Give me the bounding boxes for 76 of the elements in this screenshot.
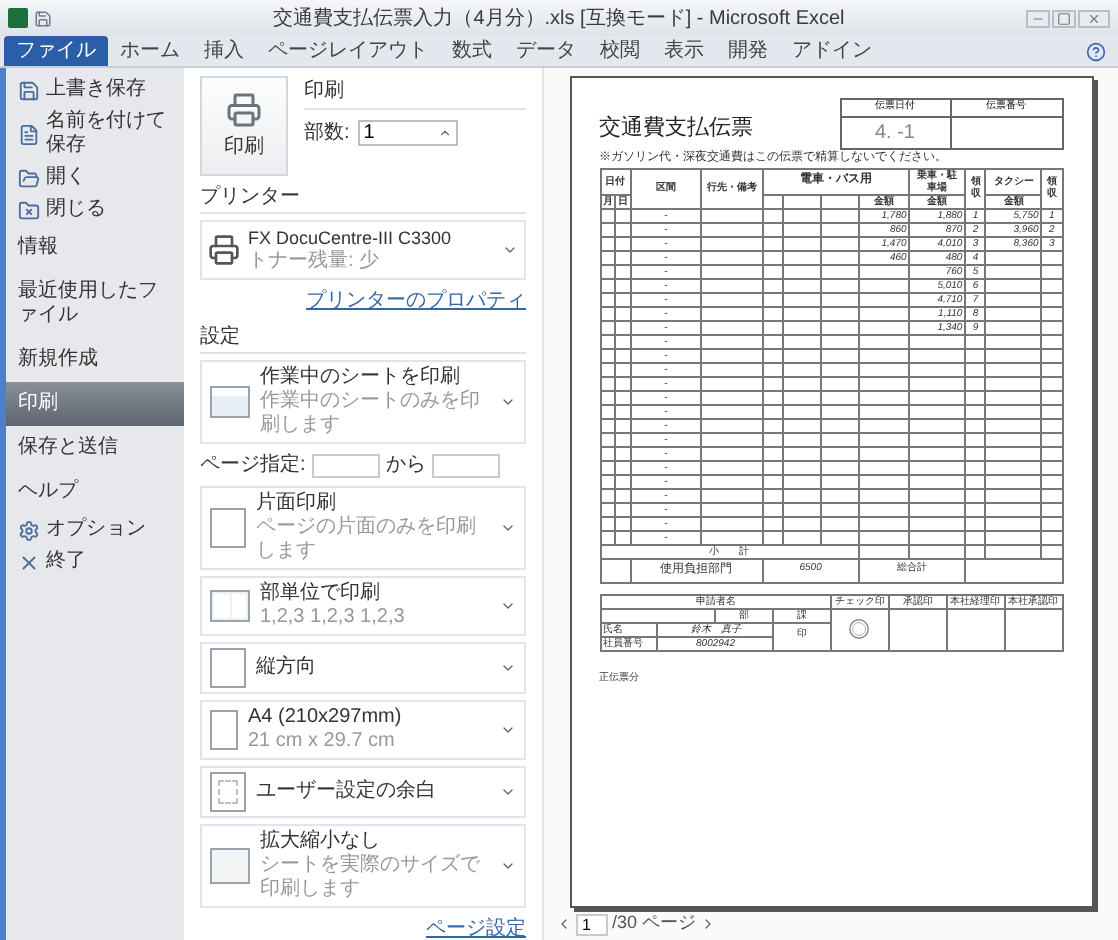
- ribbon-tab[interactable]: 挿入: [192, 36, 256, 66]
- caret-icon: [500, 660, 516, 676]
- caret-icon: [500, 784, 516, 800]
- ribbon-tab[interactable]: ページレイアウト: [256, 36, 440, 66]
- excel-logo-icon: [8, 8, 28, 28]
- print-option-dropdown[interactable]: A4 (210x297mm) 21 cm x 29.7 cm: [200, 700, 526, 760]
- print-option-dropdown[interactable]: 片面印刷 ページの片面のみを印刷します: [200, 486, 526, 570]
- portrait-page-icon: [210, 648, 246, 688]
- caret-icon: [500, 520, 516, 536]
- copies-label: 部数:: [304, 119, 350, 148]
- section-heading: 設定: [200, 322, 526, 354]
- page-number-field[interactable]: 1: [576, 913, 608, 935]
- menu-item[interactable]: ヘルプ: [6, 470, 184, 514]
- print-button[interactable]: 印刷: [200, 76, 288, 176]
- page-count: /30 ページ: [612, 910, 697, 937]
- menu-item[interactable]: 上書き保存: [6, 74, 184, 106]
- document-icon: [18, 123, 40, 145]
- print-option-dropdown[interactable]: ユーザー設定の余白: [200, 766, 526, 818]
- copies-field[interactable]: 1: [357, 120, 458, 146]
- print-option-dropdown[interactable]: 縦方向: [200, 642, 526, 694]
- window-title: 交通費支払伝票入力（4月分）.xls [互換モード] - Microsoft Excel: [271, 5, 847, 33]
- menu-item[interactable]: 最近使用したファイル: [6, 270, 184, 338]
- caret-icon: [500, 598, 516, 614]
- ribbon-tab[interactable]: 表示: [652, 36, 716, 66]
- menu-item[interactable]: 終了: [6, 546, 184, 578]
- page-to-field[interactable]: [431, 453, 500, 477]
- print-option-dropdown[interactable]: 拡大縮小なし シートを実際のサイズで印刷します: [200, 824, 526, 908]
- menu-item[interactable]: 閉じる: [6, 194, 184, 226]
- pages-label: ページ指定:: [200, 451, 306, 480]
- ribbon-tab[interactable]: 開発: [716, 36, 780, 66]
- caret-icon: [500, 858, 516, 874]
- settings-icon: [18, 519, 40, 541]
- ribbon-tab[interactable]: データ: [504, 36, 588, 66]
- close-icon: [18, 551, 40, 573]
- document-title: 交通費支払伝票: [599, 113, 753, 144]
- printer-icon: [208, 234, 240, 266]
- save-icon: [18, 79, 40, 101]
- menu-item[interactable]: 情報: [6, 226, 184, 270]
- folder-icon: [18, 167, 40, 189]
- maximize-icon[interactable]: [1052, 9, 1076, 27]
- page-icon: [210, 508, 246, 548]
- margins-icon: [210, 772, 246, 812]
- ribbon-tab[interactable]: 校閲: [588, 36, 652, 66]
- print-option-dropdown[interactable]: 部単位で印刷 1,2,3 1,2,3 1,2,3: [200, 576, 526, 636]
- menu-item[interactable]: 保存と送信: [6, 426, 184, 470]
- pages-icon: [210, 590, 250, 622]
- printer-icon: [226, 91, 262, 127]
- to-label: から: [385, 452, 426, 480]
- printer-properties-link[interactable]: プリンターのプロパティ: [306, 286, 526, 316]
- caret-icon: [500, 394, 516, 410]
- print-option-dropdown[interactable]: 作業中のシートを印刷 作業中のシートのみを印刷します: [200, 360, 526, 444]
- ribbon-tab[interactable]: ファイル: [4, 36, 108, 66]
- previous-page-icon[interactable]: [556, 916, 572, 932]
- page-setup-link[interactable]: ページ設定: [426, 914, 526, 940]
- menu-item[interactable]: 名前を付けて保存: [6, 106, 184, 162]
- caret-icon: [500, 722, 516, 738]
- close-icon[interactable]: [1078, 9, 1110, 27]
- section-heading: 印刷: [304, 76, 526, 110]
- scale-icon: [210, 848, 250, 884]
- page-from-field[interactable]: [311, 453, 380, 477]
- paper-icon: [210, 710, 238, 750]
- ribbon-tab[interactable]: ホーム: [108, 36, 192, 66]
- section-heading: プリンター: [200, 182, 526, 214]
- seal-stamp-icon: [848, 618, 871, 640]
- menu-item[interactable]: 開く: [6, 162, 184, 194]
- folder-close-icon: [18, 199, 40, 221]
- printer-dropdown[interactable]: FX DocuCentre-III C3300 トナー残量: 少: [200, 220, 526, 280]
- menu-item[interactable]: オプション: [6, 514, 184, 546]
- menu-item[interactable]: 印刷: [6, 382, 184, 426]
- save-icon[interactable]: [34, 9, 52, 27]
- menu-item[interactable]: 新規作成: [6, 338, 184, 382]
- sheet-icon: [210, 386, 250, 418]
- ribbon-tab[interactable]: アドイン: [780, 36, 884, 66]
- ribbon-tab[interactable]: 数式: [440, 36, 504, 66]
- help-icon[interactable]: [1086, 41, 1106, 61]
- caret-icon: [502, 242, 518, 258]
